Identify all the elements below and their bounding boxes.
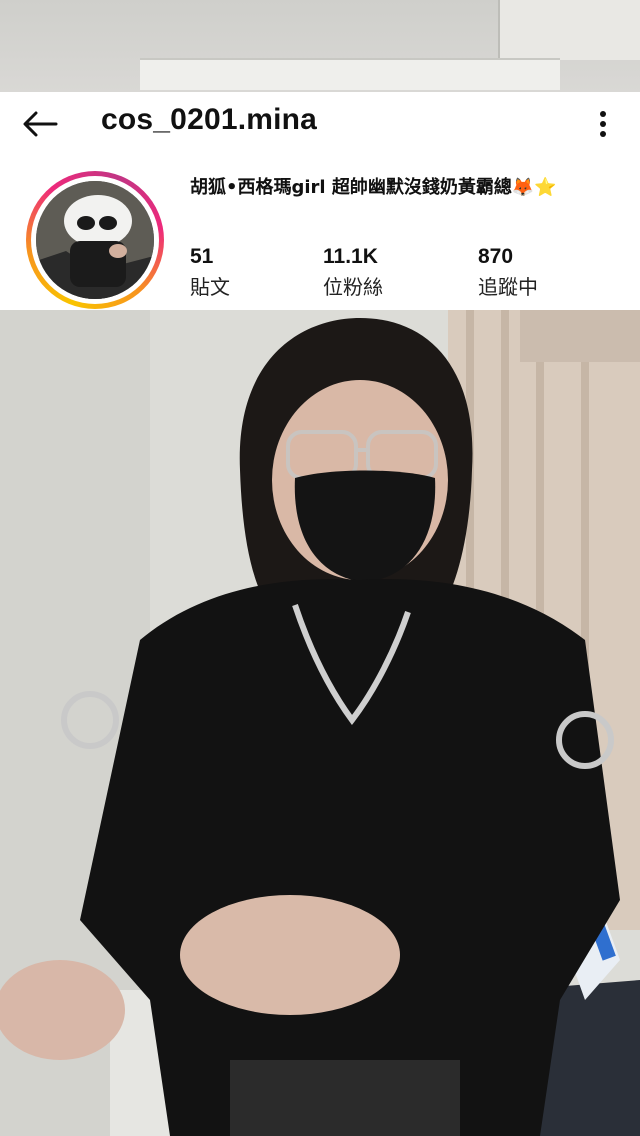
stat-following-label: 追蹤中 [478, 275, 538, 299]
back-button[interactable] [18, 102, 62, 146]
profile-bio: 胡狐•西格瑪girl 超帥幽默沒錢奶黃霸總🦊⭐ [190, 177, 557, 198]
stat-followers[interactable]: 11.1K 位粉絲 [323, 242, 383, 302]
avatar [36, 181, 154, 299]
stat-posts-count: 51 [190, 245, 214, 268]
more-options-button[interactable] [588, 102, 618, 146]
avatar-image [36, 181, 154, 299]
stat-following[interactable]: 870 追蹤中 [478, 242, 538, 302]
profile-header-card: cos_0201.mina 胡狐•西格瑪girl 超帥幽默沒錢奶黃霸總🦊⭐ 51… [0, 92, 640, 310]
stat-followers-count: 11.1K [323, 245, 378, 268]
profile-stats: 51 貼文 11.1K 位粉絲 870 追蹤中 [190, 242, 620, 302]
avatar-story-ring[interactable] [26, 171, 164, 309]
stat-posts[interactable]: 51 貼文 [190, 242, 230, 302]
profile-username: cos_0201.mina [101, 103, 318, 136]
stat-posts-label: 貼文 [190, 275, 230, 299]
arrow-left-icon [23, 111, 58, 137]
stat-following-count: 870 [478, 245, 514, 268]
avatar-border [31, 176, 159, 304]
more-vertical-icon [600, 111, 606, 137]
stat-followers-label: 位粉絲 [323, 275, 383, 299]
